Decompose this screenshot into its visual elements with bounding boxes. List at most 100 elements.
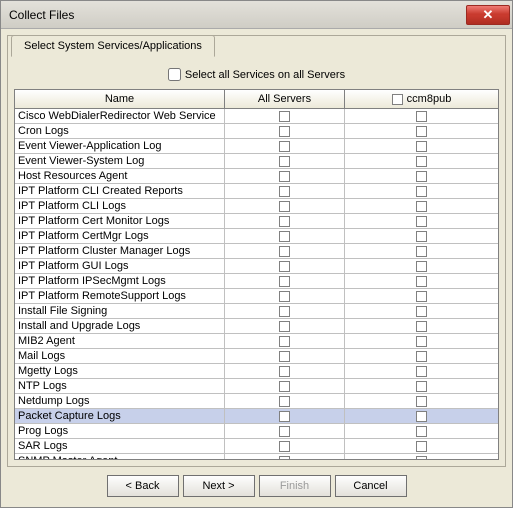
table-row[interactable]: Cron Logs — [15, 124, 498, 139]
all-servers-cell — [225, 109, 345, 123]
server1-checkbox[interactable] — [416, 171, 427, 182]
all-servers-checkbox[interactable] — [279, 351, 290, 362]
all-servers-checkbox[interactable] — [279, 291, 290, 302]
grid-body[interactable]: Cisco WebDialerRedirector Web ServiceCro… — [15, 109, 498, 459]
header-server1-checkbox[interactable] — [392, 94, 403, 105]
all-servers-checkbox[interactable] — [279, 426, 290, 437]
service-name-cell: MIB2 Agent — [15, 334, 225, 348]
server1-checkbox[interactable] — [416, 351, 427, 362]
server1-checkbox[interactable] — [416, 156, 427, 167]
all-servers-checkbox[interactable] — [279, 171, 290, 182]
all-servers-checkbox[interactable] — [279, 246, 290, 257]
server1-cell — [345, 199, 498, 213]
table-row[interactable]: IPT Platform Cert Monitor Logs — [15, 214, 498, 229]
server1-checkbox[interactable] — [416, 456, 427, 460]
select-all-checkbox[interactable] — [168, 68, 181, 81]
table-row[interactable]: MIB2 Agent — [15, 334, 498, 349]
all-servers-checkbox[interactable] — [279, 141, 290, 152]
all-servers-checkbox[interactable] — [279, 201, 290, 212]
all-servers-checkbox[interactable] — [279, 261, 290, 272]
server1-checkbox[interactable] — [416, 381, 427, 392]
server1-checkbox[interactable] — [416, 231, 427, 242]
table-row[interactable]: NTP Logs — [15, 379, 498, 394]
server1-checkbox[interactable] — [416, 321, 427, 332]
service-name-cell: SAR Logs — [15, 439, 225, 453]
cancel-button[interactable]: Cancel — [335, 475, 407, 497]
all-servers-checkbox[interactable] — [279, 216, 290, 227]
all-servers-checkbox[interactable] — [279, 156, 290, 167]
table-row[interactable]: Mail Logs — [15, 349, 498, 364]
server1-cell — [345, 184, 498, 198]
all-servers-checkbox[interactable] — [279, 321, 290, 332]
server1-cell — [345, 349, 498, 363]
close-button[interactable]: ✕ — [466, 5, 510, 25]
column-header-server1[interactable]: ccm8pub — [345, 90, 498, 108]
all-servers-checkbox[interactable] — [279, 231, 290, 242]
table-row[interactable]: Event Viewer-System Log — [15, 154, 498, 169]
all-servers-checkbox[interactable] — [279, 411, 290, 422]
back-button[interactable]: < Back — [107, 475, 179, 497]
server1-checkbox[interactable] — [416, 336, 427, 347]
server1-checkbox[interactable] — [416, 246, 427, 257]
table-row[interactable]: IPT Platform CertMgr Logs — [15, 229, 498, 244]
all-servers-cell — [225, 274, 345, 288]
server1-checkbox[interactable] — [416, 396, 427, 407]
table-row[interactable]: Install and Upgrade Logs — [15, 319, 498, 334]
table-row[interactable]: Cisco WebDialerRedirector Web Service — [15, 109, 498, 124]
server1-checkbox[interactable] — [416, 441, 427, 452]
all-servers-cell — [225, 364, 345, 378]
table-row[interactable]: IPT Platform RemoteSupport Logs — [15, 289, 498, 304]
table-row[interactable]: SNMP Master Agent — [15, 454, 498, 459]
all-servers-checkbox[interactable] — [279, 126, 290, 137]
table-row[interactable]: Event Viewer-Application Log — [15, 139, 498, 154]
tab-select-services[interactable]: Select System Services/Applications — [11, 35, 215, 57]
header-server1-label: ccm8pub — [407, 92, 452, 106]
service-name-cell: SNMP Master Agent — [15, 454, 225, 459]
server1-checkbox[interactable] — [416, 426, 427, 437]
server1-checkbox[interactable] — [416, 261, 427, 272]
table-row[interactable]: Host Resources Agent — [15, 169, 498, 184]
all-servers-checkbox[interactable] — [279, 336, 290, 347]
table-row[interactable]: IPT Platform Cluster Manager Logs — [15, 244, 498, 259]
table-row[interactable]: IPT Platform GUI Logs — [15, 259, 498, 274]
server1-checkbox[interactable] — [416, 186, 427, 197]
next-button[interactable]: Next > — [183, 475, 255, 497]
column-header-name[interactable]: Name — [15, 90, 225, 108]
table-row[interactable]: IPT Platform CLI Logs — [15, 199, 498, 214]
all-servers-checkbox[interactable] — [279, 441, 290, 452]
table-row[interactable]: IPT Platform IPSecMgmt Logs — [15, 274, 498, 289]
table-row[interactable]: Packet Capture Logs — [15, 409, 498, 424]
table-row[interactable]: Install File Signing — [15, 304, 498, 319]
all-servers-checkbox[interactable] — [279, 276, 290, 287]
server1-checkbox[interactable] — [416, 141, 427, 152]
table-row[interactable]: SAR Logs — [15, 439, 498, 454]
service-name-cell: Prog Logs — [15, 424, 225, 438]
table-row[interactable]: Netdump Logs — [15, 394, 498, 409]
server1-checkbox[interactable] — [416, 216, 427, 227]
server1-checkbox[interactable] — [416, 126, 427, 137]
table-row[interactable]: Mgetty Logs — [15, 364, 498, 379]
server1-checkbox[interactable] — [416, 201, 427, 212]
all-servers-checkbox[interactable] — [279, 456, 290, 460]
table-row[interactable]: Prog Logs — [15, 424, 498, 439]
all-servers-cell — [225, 244, 345, 258]
server1-cell — [345, 304, 498, 318]
service-name-cell: IPT Platform GUI Logs — [15, 259, 225, 273]
service-name-cell: Packet Capture Logs — [15, 409, 225, 423]
server1-checkbox[interactable] — [416, 411, 427, 422]
all-servers-checkbox[interactable] — [279, 396, 290, 407]
all-servers-checkbox[interactable] — [279, 306, 290, 317]
all-servers-checkbox[interactable] — [279, 186, 290, 197]
all-servers-checkbox[interactable] — [279, 366, 290, 377]
column-header-all-servers[interactable]: All Servers — [225, 90, 345, 108]
all-servers-checkbox[interactable] — [279, 111, 290, 122]
finish-button: Finish — [259, 475, 331, 497]
server1-checkbox[interactable] — [416, 111, 427, 122]
all-servers-checkbox[interactable] — [279, 381, 290, 392]
server1-checkbox[interactable] — [416, 291, 427, 302]
server1-checkbox[interactable] — [416, 306, 427, 317]
table-row[interactable]: IPT Platform CLI Created Reports — [15, 184, 498, 199]
server1-checkbox[interactable] — [416, 276, 427, 287]
service-name-cell: Host Resources Agent — [15, 169, 225, 183]
server1-checkbox[interactable] — [416, 366, 427, 377]
